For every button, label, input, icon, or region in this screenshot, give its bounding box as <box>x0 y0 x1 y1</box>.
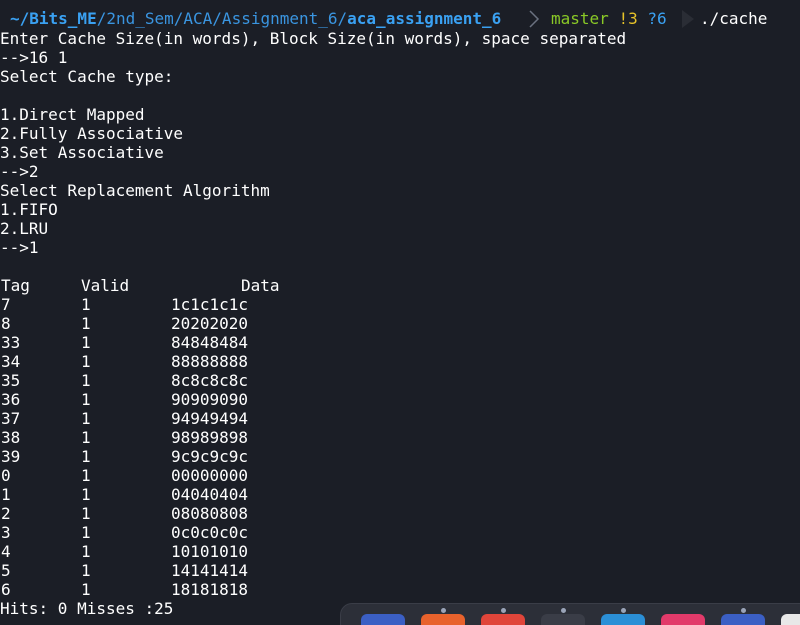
table-cell: 3 <box>1 523 11 542</box>
table-cell: 98989898 <box>171 428 249 447</box>
table-cell: 94949494 <box>171 409 249 428</box>
record-icon[interactable] <box>481 614 525 625</box>
output-line: 1.FIFO <box>0 200 58 219</box>
table-header-cell: Valid <box>81 276 130 295</box>
git-branch: master <box>551 9 609 28</box>
taskbar-dock <box>340 603 800 625</box>
table-cell: 1 <box>81 409 91 428</box>
table-cell: 90909090 <box>171 390 249 409</box>
table-cell: 0 <box>1 466 11 485</box>
table-cell: 18181818 <box>171 580 249 599</box>
output-line: Select Replacement Algorithm <box>0 181 270 200</box>
table-cell: 7 <box>1 295 11 314</box>
shell-prompt: ~/Bits_ME/2nd_Sem/ACA/Assignment_6/aca_a… <box>0 8 800 30</box>
table-cell: 1 <box>81 561 91 580</box>
table-cell: 1 <box>81 485 91 504</box>
prompt-path: ~/Bits_ME/2nd_Sem/ACA/Assignment_6/aca_a… <box>0 8 527 30</box>
table-cell: 35 <box>1 371 21 390</box>
table-cell: 1c1c1c1c <box>171 295 249 314</box>
table-cell: 1 <box>81 504 91 523</box>
app-icon[interactable] <box>661 614 705 625</box>
output-line: -->1 <box>0 238 39 257</box>
table-cell: 1 <box>81 390 91 409</box>
table-cell: 00000000 <box>171 466 249 485</box>
terminal-icon[interactable] <box>541 614 585 625</box>
firefox-icon[interactable] <box>421 614 465 625</box>
vscode-icon[interactable] <box>601 614 645 625</box>
table-cell: 1 <box>81 352 91 371</box>
table-cell: 4 <box>1 542 11 561</box>
output-line: 2.Fully Associative <box>0 124 184 143</box>
table-cell: 1 <box>1 485 11 504</box>
table-cell: 0c0c0c0c <box>171 523 249 542</box>
output-line: 3.Set Associative <box>0 143 164 162</box>
terminal-window[interactable]: ~/Bits_ME/2nd_Sem/ACA/Assignment_6/aca_a… <box>0 0 800 625</box>
table-cell: 1 <box>81 523 91 542</box>
chrome-icon[interactable] <box>781 614 800 625</box>
prompt-end-icon <box>682 10 694 28</box>
table-cell: 36 <box>1 390 21 409</box>
output-line: -->16 1 <box>0 48 68 67</box>
git-modified-count: !3 <box>618 9 638 28</box>
path-current-dir: aca_assignment_6 <box>347 9 502 28</box>
table-header-cell: Tag <box>1 276 30 295</box>
table-cell: 04040404 <box>171 485 249 504</box>
table-cell: 6 <box>1 580 11 599</box>
table-cell: 37 <box>1 409 21 428</box>
window-icon[interactable] <box>721 614 765 625</box>
table-cell: 2 <box>1 504 11 523</box>
table-cell: 1 <box>81 580 91 599</box>
output-line: -->2 <box>0 162 39 181</box>
table-cell: 38 <box>1 428 21 447</box>
table-cell: 1 <box>81 428 91 447</box>
dock-running-indicator <box>621 608 626 613</box>
path-home: ~/Bits_ME <box>10 9 97 28</box>
table-cell: 8 <box>1 314 11 333</box>
table-cell: 14141414 <box>171 561 249 580</box>
path-middle: /2nd_Sem/ACA/Assignment_6/ <box>96 9 348 28</box>
dock-running-indicator <box>441 608 446 613</box>
table-cell: 1 <box>81 371 91 390</box>
kate-icon[interactable] <box>361 614 405 625</box>
output-line: Enter Cache Size(in words), Block Size(i… <box>0 29 627 48</box>
output-line: Select Cache type: <box>0 67 174 86</box>
table-cell: 08080808 <box>171 504 249 523</box>
prompt-git-status: master !3 ?6 <box>527 8 687 30</box>
table-cell: 10101010 <box>171 542 249 561</box>
git-untracked-count: ?6 <box>647 9 667 28</box>
table-cell: 1 <box>81 295 91 314</box>
table-header-cell: Data <box>241 276 280 295</box>
table-cell: 8c8c8c8c <box>171 371 249 390</box>
table-cell: 34 <box>1 352 21 371</box>
table-cell: 88888888 <box>171 352 249 371</box>
table-cell: 1 <box>81 314 91 333</box>
table-cell: 1 <box>81 466 91 485</box>
table-cell: 33 <box>1 333 21 352</box>
output-line: 2.LRU <box>0 219 49 238</box>
prompt-command: ./cache <box>700 9 768 28</box>
table-cell: 1 <box>81 447 91 466</box>
table-cell: 39 <box>1 447 21 466</box>
table-cell: 5 <box>1 561 11 580</box>
dock-running-indicator <box>741 608 746 613</box>
summary-line: Hits: 0 Misses :25 <box>0 599 174 618</box>
table-cell: 9c9c9c9c <box>171 447 249 466</box>
table-cell: 84848484 <box>171 333 249 352</box>
table-cell: 1 <box>81 333 91 352</box>
output-line: 1.Direct Mapped <box>0 105 145 124</box>
dock-running-indicator <box>561 608 566 613</box>
table-cell: 20202020 <box>171 314 249 333</box>
table-cell: 1 <box>81 542 91 561</box>
dock-running-indicator <box>501 608 506 613</box>
